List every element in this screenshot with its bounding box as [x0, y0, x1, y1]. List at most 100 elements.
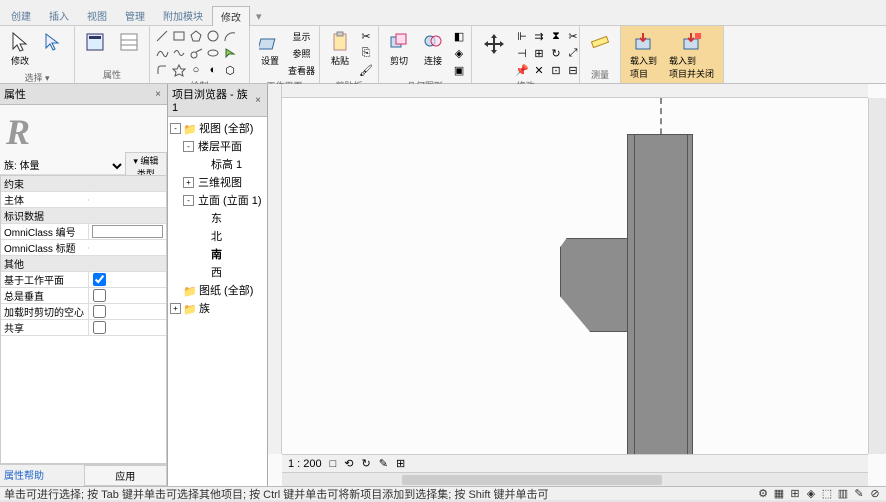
match-button[interactable]: 🖌	[358, 62, 374, 78]
tree-toggle[interactable]: -	[170, 123, 181, 134]
tree-node[interactable]: -📁视图 (全部)	[170, 119, 265, 137]
draw-m3[interactable]: ⬡	[222, 62, 238, 78]
cut-voids-checkbox[interactable]	[93, 305, 106, 318]
mod-trim[interactable]: ⊣	[514, 45, 530, 61]
draw-m2[interactable]: ◐	[205, 62, 221, 78]
draw-arc[interactable]	[222, 28, 238, 44]
status-icon-5[interactable]: ⬚	[820, 488, 834, 500]
scrollbar-vertical[interactable]	[868, 98, 886, 454]
status-icon-4[interactable]: ◈	[804, 488, 818, 500]
tab-insert[interactable]: 插入	[40, 5, 78, 25]
status-icon-1[interactable]: ⚙	[756, 488, 770, 500]
cut-geom-button[interactable]: 剪切	[383, 28, 415, 70]
modify-button[interactable]: 修改	[4, 28, 36, 70]
mod-scale[interactable]: ⤢	[565, 45, 581, 61]
tree-node[interactable]: -楼层平面	[170, 137, 265, 155]
join-geom-button[interactable]: 连接	[417, 28, 449, 70]
tree-node[interactable]: 南	[170, 245, 265, 263]
draw-m1[interactable]: ○	[188, 62, 204, 78]
load-into-project-button[interactable]: 载入到 项目	[625, 28, 662, 83]
omniclass-title-value[interactable]	[88, 247, 166, 249]
view-ctrl-4[interactable]: ✎	[379, 457, 388, 470]
apply-button[interactable]: 应用	[84, 465, 168, 486]
view-ctrl-1[interactable]: □	[330, 458, 337, 470]
draw-tangent[interactable]	[188, 45, 204, 61]
draw-line[interactable]	[154, 28, 170, 44]
mod-m11[interactable]: ⊡	[548, 62, 564, 78]
canvas-view[interactable]	[282, 98, 868, 454]
scroll-thumb-h[interactable]	[402, 475, 662, 485]
draw-spline[interactable]	[154, 45, 170, 61]
draw-polygon[interactable]	[188, 28, 204, 44]
scale-display[interactable]: 1 : 200	[288, 458, 322, 470]
tree-node[interactable]: +三维视图	[170, 173, 265, 191]
view-ctrl-2[interactable]: ⟲	[344, 457, 353, 470]
ref-plane-button[interactable]: 参照	[288, 45, 315, 61]
move-button[interactable]	[476, 28, 512, 60]
workplane-based-checkbox[interactable]	[93, 273, 106, 286]
properties-button[interactable]	[79, 28, 111, 56]
scrollbar-horizontal[interactable]	[282, 472, 868, 486]
tab-view[interactable]: 视图	[78, 5, 116, 25]
tab-create[interactable]: 创建	[2, 5, 40, 25]
view-ctrl-5[interactable]: ⊞	[396, 457, 405, 470]
tree-node[interactable]: 📁图纸 (全部)	[170, 281, 265, 299]
draw-star[interactable]	[171, 62, 187, 78]
tree-node[interactable]: 西	[170, 263, 265, 281]
properties-close[interactable]: ×	[153, 89, 163, 100]
load-close-button[interactable]: 载入到 项目并关闭	[664, 28, 719, 83]
omniclass-number-input[interactable]	[92, 225, 163, 238]
copy-button[interactable]: ⎘	[358, 45, 374, 61]
status-icon-3[interactable]: ⊞	[788, 488, 802, 500]
geom-g3[interactable]: ▣	[451, 62, 467, 78]
tree-node[interactable]: +📁族	[170, 299, 265, 317]
status-icon-2[interactable]: ▦	[772, 488, 786, 500]
draw-circle[interactable]	[205, 28, 221, 44]
tab-modify[interactable]: 修改	[212, 6, 250, 26]
select-dropdown[interactable]: 选择 ▾	[4, 70, 70, 84]
tree-toggle[interactable]: +	[183, 177, 194, 188]
family-type-select[interactable]: 族: 体量	[0, 160, 125, 173]
cut-button[interactable]: ✂	[358, 28, 374, 44]
show-workplane-button[interactable]: 显示	[288, 28, 315, 44]
host-value[interactable]	[88, 199, 166, 201]
mod-mirror[interactable]: ⧗	[548, 28, 564, 44]
tab-overflow[interactable]: ▾	[250, 8, 268, 25]
mod-m12[interactable]: ⊟	[565, 62, 581, 78]
mod-rotate[interactable]: ↻	[548, 45, 564, 61]
status-icon-7[interactable]: ✎	[852, 488, 866, 500]
tab-manage[interactable]: 管理	[116, 5, 154, 25]
draw-ellipse[interactable]	[205, 45, 221, 61]
tab-addins[interactable]: 附加模块	[154, 5, 212, 25]
draw-fillet[interactable]	[154, 62, 170, 78]
properties-help-link[interactable]: 属性帮助	[0, 465, 84, 486]
tree-node[interactable]: 标高 1	[170, 155, 265, 173]
always-vertical-checkbox[interactable]	[93, 289, 106, 302]
mod-offset[interactable]: ⇉	[531, 28, 547, 44]
draw-pick[interactable]	[222, 45, 238, 61]
browser-close[interactable]: ×	[253, 95, 263, 106]
mod-split[interactable]: ✂	[565, 28, 581, 44]
tree-node[interactable]: 北	[170, 227, 265, 245]
set-workplane-button[interactable]: 设置	[254, 28, 286, 70]
paste-button[interactable]: 粘贴	[324, 28, 356, 70]
tree-toggle[interactable]: -	[183, 141, 194, 152]
mod-array[interactable]: ⊞	[531, 45, 547, 61]
shared-checkbox[interactable]	[93, 321, 106, 334]
type-properties-button[interactable]	[113, 28, 145, 56]
bracket-shape[interactable]	[560, 238, 627, 332]
tree-node[interactable]: -立面 (立面 1)	[170, 191, 265, 209]
geom-g1[interactable]: ◧	[451, 28, 467, 44]
mod-del[interactable]: ✕	[531, 62, 547, 78]
status-icon-6[interactable]: ▥	[836, 488, 850, 500]
view-ctrl-3[interactable]: ↻	[362, 457, 371, 470]
geom-g2[interactable]: ◈	[451, 45, 467, 61]
viewer-button[interactable]: 查看器	[288, 62, 315, 78]
mod-pin[interactable]: 📌	[514, 62, 530, 78]
measure-button[interactable]	[584, 28, 616, 56]
mod-align[interactable]: ⊩	[514, 28, 530, 44]
status-icon-8[interactable]: ⊘	[868, 488, 882, 500]
pillar-shape[interactable]	[627, 134, 693, 480]
draw-wave[interactable]	[171, 45, 187, 61]
draw-rect[interactable]	[171, 28, 187, 44]
